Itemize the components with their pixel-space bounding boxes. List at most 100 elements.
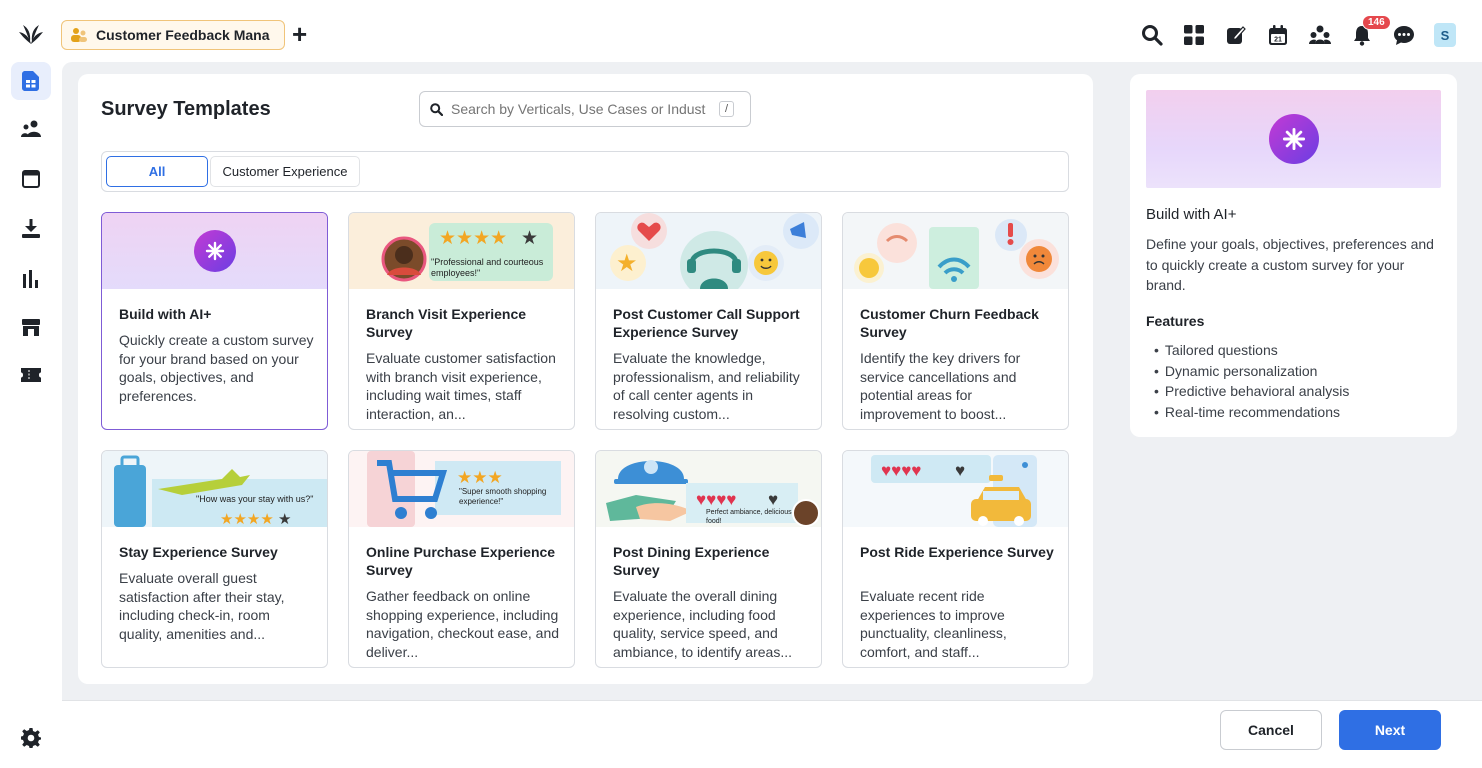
card-banner: ★★★★ ★ "How was your stay with us?" xyxy=(102,451,327,527)
nav-store[interactable] xyxy=(11,308,51,346)
card-banner xyxy=(102,213,327,289)
gear-icon[interactable] xyxy=(21,728,41,748)
template-card-stay-experience[interactable]: ★★★★ ★ "How was your stay with us?" Stay… xyxy=(101,450,328,668)
ai-sparkle-icon xyxy=(194,230,236,272)
detail-title: Build with AI+ xyxy=(1146,206,1237,223)
banner-quote: Perfect ambiance, delicious food! xyxy=(706,509,792,525)
card-description: Gather feedback on online shopping exper… xyxy=(366,588,560,660)
search-icon[interactable] xyxy=(1140,23,1164,47)
tab-label: Customer Feedback Mana xyxy=(96,27,270,43)
card-title: Online Purchase Experience Survey xyxy=(366,544,556,578)
download-icon xyxy=(22,219,40,238)
card-title: Customer Churn Feedback Survey xyxy=(860,306,1039,340)
template-card-churn-feedback[interactable]: Customer Churn Feedback Survey Identify … xyxy=(842,212,1069,430)
nav-reports[interactable] xyxy=(11,260,51,298)
card-description: Evaluate the knowledge, professionalism,… xyxy=(613,350,800,422)
people-icon xyxy=(21,120,41,137)
feature-item: Predictive behavioral analysis xyxy=(1154,381,1349,402)
card-banner: ★★★★ ★ "Professional and courteous emplo… xyxy=(349,213,574,289)
compose-icon[interactable] xyxy=(1224,23,1248,47)
template-card-branch-visit[interactable]: ★★★★ ★ "Professional and courteous emplo… xyxy=(348,212,575,430)
svg-text:♥♥♥♥: ♥♥♥♥ xyxy=(696,490,736,509)
card-title: Post Customer Call Support Experience Su… xyxy=(613,306,800,340)
ticket-icon xyxy=(21,368,41,382)
svg-text:♥: ♥ xyxy=(768,490,778,509)
template-card-build-with-ai[interactable]: Build with AI+ Quickly create a custom s… xyxy=(101,212,328,430)
card-description: Evaluate overall guest satisfaction afte… xyxy=(119,570,285,642)
banner-quote: "Super smooth shopping experience!" xyxy=(459,487,547,506)
page-title: Survey Templates xyxy=(101,98,271,120)
svg-text:★: ★ xyxy=(616,250,638,277)
store-icon xyxy=(22,318,40,336)
nav-people[interactable] xyxy=(11,110,51,148)
card-banner: ★★★ "Super smooth shopping experience!" xyxy=(349,451,574,527)
detail-description: Define your goals, objectives, preferenc… xyxy=(1146,236,1434,293)
template-detail-panel: Build with AI+ Define your goals, object… xyxy=(1130,74,1457,437)
churn-illustration xyxy=(854,219,1059,289)
filter-bar: All Customer Experience xyxy=(101,151,1069,192)
template-search[interactable]: / xyxy=(419,91,751,127)
feature-item: Tailored questions xyxy=(1154,340,1349,361)
card-description: Evaluate customer satisfaction with bran… xyxy=(366,350,556,422)
nav-download[interactable] xyxy=(11,210,51,248)
top-actions: 21 146 S xyxy=(1140,15,1456,50)
card-title: Build with AI+ xyxy=(119,306,212,322)
card-description: Quickly create a custom survey for your … xyxy=(119,332,314,404)
user-avatar[interactable]: S xyxy=(1434,23,1456,47)
banner-quote: "Professional and courteous employees!" xyxy=(431,257,544,278)
team-icon[interactable] xyxy=(1308,23,1332,47)
filter-all[interactable]: All xyxy=(106,156,208,187)
top-bar: Customer Feedback Mana + 21 146 S xyxy=(0,0,1482,62)
chat-icon[interactable] xyxy=(1392,23,1416,47)
card-banner: ♥♥♥♥ ♥ xyxy=(843,451,1068,527)
bar-chart-icon xyxy=(23,270,38,288)
card-banner: ♥♥♥♥ ♥ Perfect ambiance, delicious food! xyxy=(596,451,821,527)
window-icon xyxy=(22,170,40,188)
svg-text:★★★★: ★★★★ xyxy=(439,228,507,249)
template-card-online-purchase[interactable]: ★★★ "Super smooth shopping experience!" … xyxy=(348,450,575,668)
svg-text:★: ★ xyxy=(278,511,291,527)
notification-badge: 146 xyxy=(1362,15,1391,30)
ride-illustration: ♥♥♥♥ ♥ xyxy=(871,455,1037,527)
ai-sparkle-icon xyxy=(1269,114,1319,164)
search-input[interactable] xyxy=(451,101,711,117)
search-shortcut-key: / xyxy=(719,101,735,117)
feature-item: Real-time recommendations xyxy=(1154,402,1349,423)
card-description: Evaluate the overall dining experience, … xyxy=(613,588,792,660)
card-description: Evaluate recent ride experiences to impr… xyxy=(860,588,1007,660)
cancel-button[interactable]: Cancel xyxy=(1220,710,1322,750)
features-list: Tailored questions Dynamic personalizati… xyxy=(1154,340,1349,422)
templates-panel: Survey Templates / All Customer Experien… xyxy=(78,74,1093,684)
search-icon xyxy=(430,102,443,116)
calendar-icon[interactable]: 21 xyxy=(1266,23,1290,47)
card-banner xyxy=(843,213,1068,289)
left-nav-rail xyxy=(0,62,62,768)
filter-customer-experience[interactable]: Customer Experience xyxy=(210,156,360,187)
bell-icon[interactable]: 146 xyxy=(1350,15,1391,47)
banner-quote: "How was your stay with us?" xyxy=(196,494,314,504)
call-support-illustration: ★ xyxy=(610,213,819,289)
card-title: Stay Experience Survey xyxy=(119,544,278,560)
active-tab[interactable]: Customer Feedback Mana xyxy=(61,20,285,50)
sprout-logo-icon[interactable] xyxy=(17,22,45,46)
detail-banner xyxy=(1146,90,1441,188)
nav-tickets[interactable] xyxy=(11,356,51,394)
card-title: Post Ride Experience Survey xyxy=(860,544,1054,560)
svg-text:21: 21 xyxy=(1274,36,1282,43)
grid-icon[interactable] xyxy=(1182,23,1206,47)
svg-text:★: ★ xyxy=(521,228,538,249)
template-card-post-ride[interactable]: ♥♥♥♥ ♥ Post Ride Experience Survey Evalu… xyxy=(842,450,1069,668)
add-tab-button[interactable]: + xyxy=(292,20,307,48)
svg-text:★★★★: ★★★★ xyxy=(220,511,274,527)
next-button[interactable]: Next xyxy=(1339,710,1441,750)
card-title: Branch Visit Experience Survey xyxy=(366,306,527,340)
nav-surveys[interactable] xyxy=(11,62,51,100)
template-card-post-dining[interactable]: ♥♥♥♥ ♥ Perfect ambiance, delicious food!… xyxy=(595,450,822,668)
svg-text:♥♥♥♥: ♥♥♥♥ xyxy=(881,461,921,480)
nav-window[interactable] xyxy=(11,160,51,198)
svg-text:♥: ♥ xyxy=(955,461,965,480)
features-heading: Features xyxy=(1146,313,1205,329)
feature-item: Dynamic personalization xyxy=(1154,361,1349,382)
template-card-call-support[interactable]: ★ Post Customer Call Support Experience … xyxy=(595,212,822,430)
card-banner: ★ xyxy=(596,213,821,289)
